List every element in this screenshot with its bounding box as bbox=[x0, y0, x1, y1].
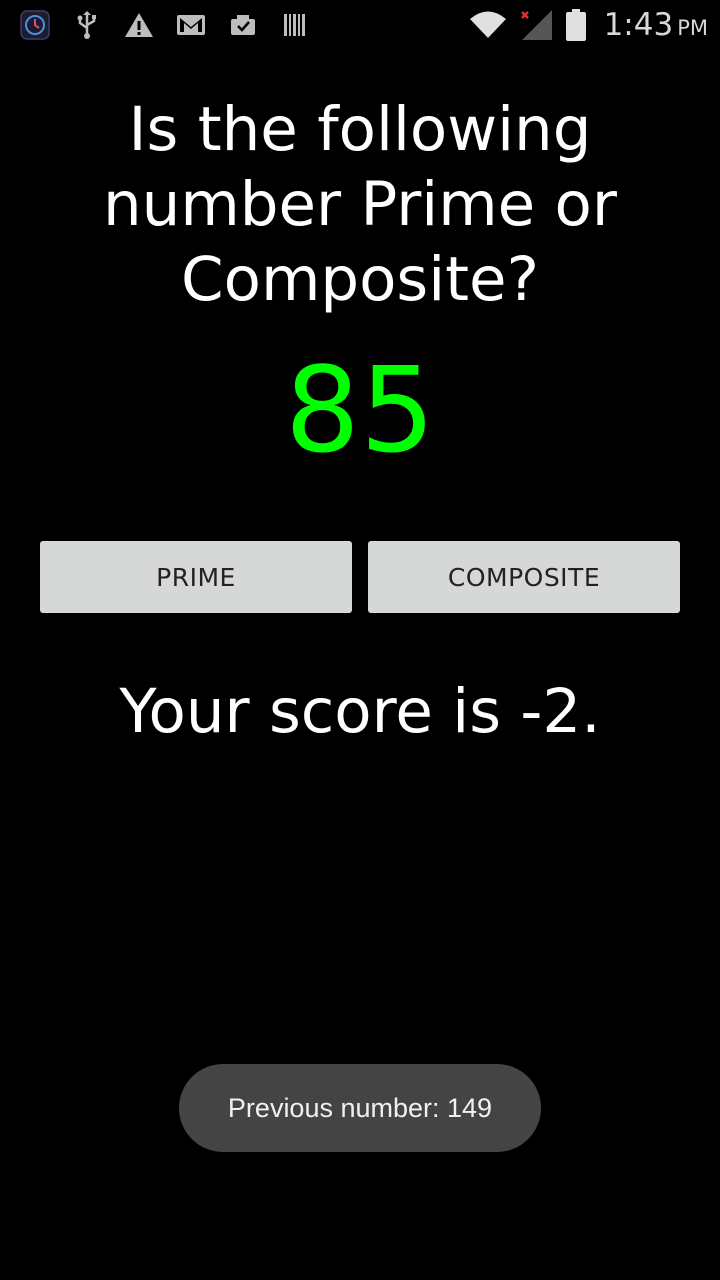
wifi-icon bbox=[468, 10, 508, 40]
status-bar-system: 1:43 PM bbox=[468, 0, 708, 50]
clock-ampm: PM bbox=[677, 16, 708, 40]
gmail-icon bbox=[176, 10, 206, 40]
warning-icon bbox=[124, 10, 154, 40]
usb-icon bbox=[72, 10, 102, 40]
status-bar: 1:43 PM bbox=[0, 0, 720, 50]
toast-text: Previous number: 149 bbox=[227, 1092, 493, 1123]
current-number: 85 bbox=[284, 341, 436, 479]
clock-time: 1:43 bbox=[603, 7, 674, 43]
clipboard-check-icon bbox=[228, 10, 258, 40]
score-text: Your score is -2. bbox=[119, 676, 601, 747]
status-clock: 1:43 PM bbox=[604, 7, 708, 43]
battery-icon bbox=[564, 9, 588, 41]
app-notification-icon bbox=[20, 10, 50, 40]
barcode-icon bbox=[280, 10, 310, 40]
prime-button[interactable]: PRIME bbox=[40, 541, 352, 613]
status-bar-notifications bbox=[20, 0, 310, 50]
composite-button[interactable]: COMPOSITE bbox=[368, 541, 680, 613]
signal-icon bbox=[518, 10, 554, 40]
app-screen: 1:43 PM Is the following number Prime or … bbox=[0, 0, 720, 1280]
toast-message: Previous number: 149 bbox=[179, 1064, 541, 1152]
question-text: Is the following number Prime or Composi… bbox=[103, 94, 617, 315]
